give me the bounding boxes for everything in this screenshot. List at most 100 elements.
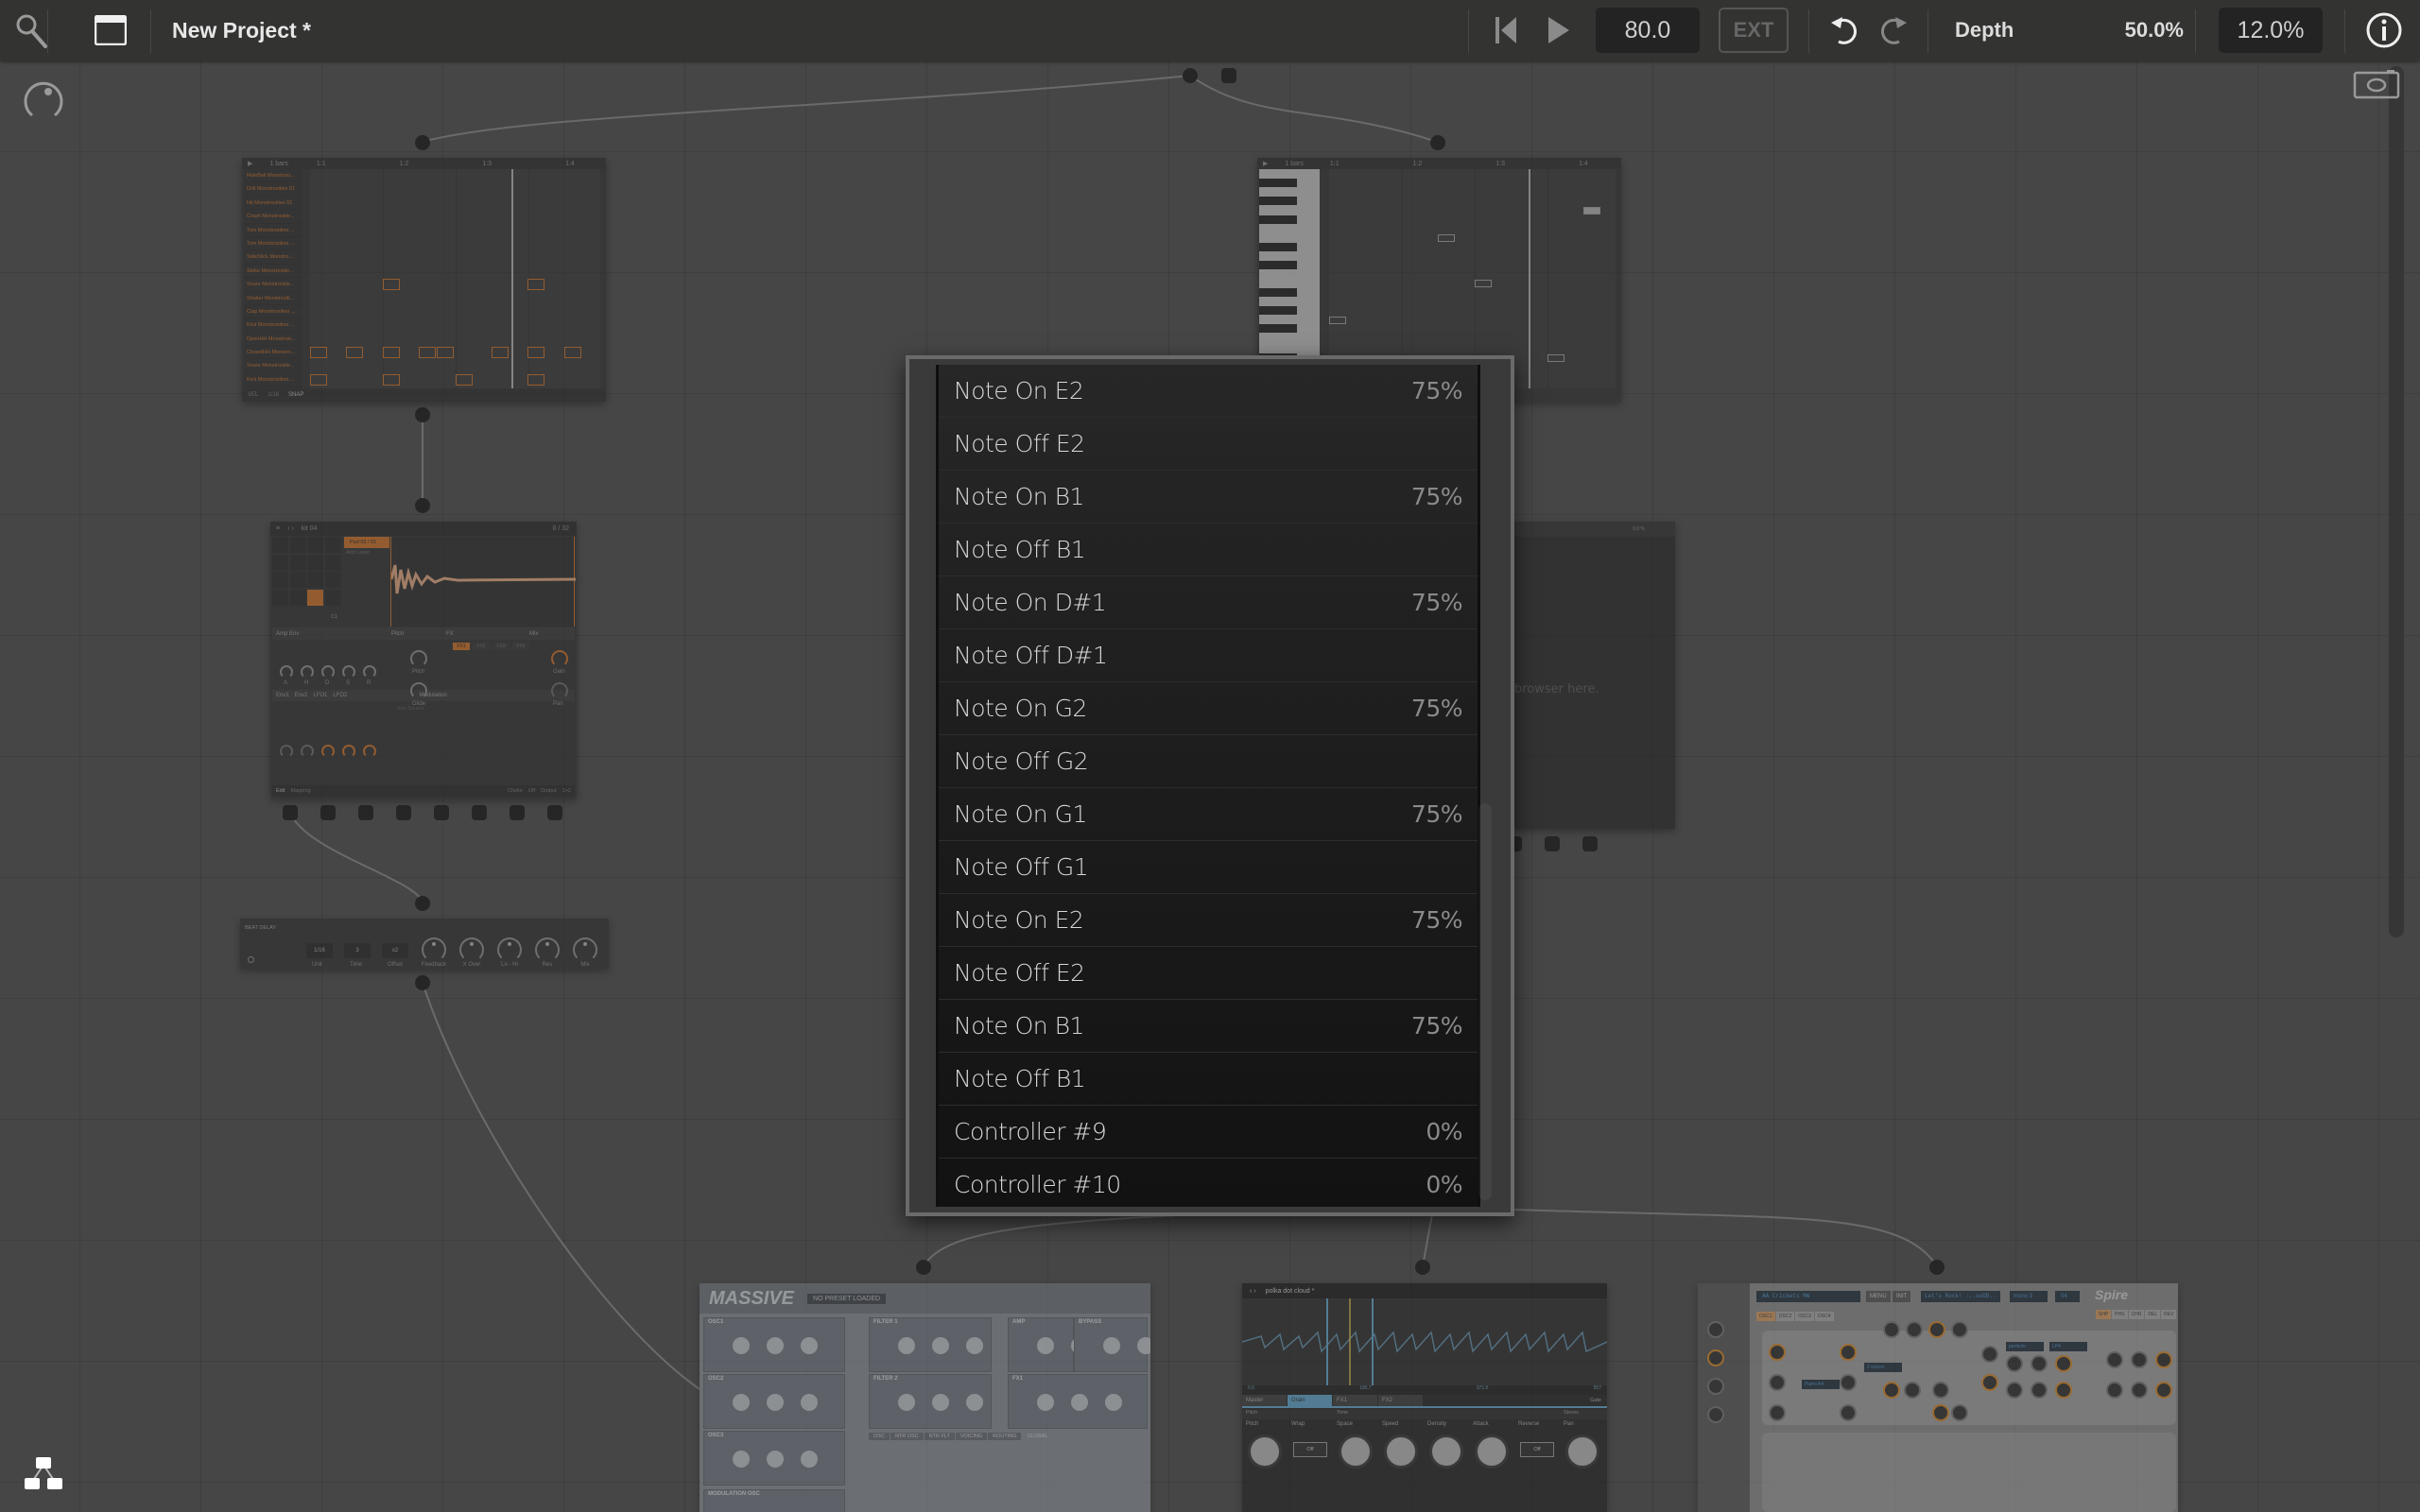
undo-icon[interactable] (1829, 13, 1861, 47)
drum-track-name[interactable]: Clap Monstrosities ... (244, 305, 302, 319)
drum-track-name[interactable]: Strike Monstrositie... (244, 265, 302, 279)
sampler-pad[interactable] (307, 572, 323, 588)
massive-knob[interactable] (767, 1337, 784, 1354)
drum-track-name[interactable]: SideStick Monstro... (244, 250, 302, 265)
delay-knob[interactable] (535, 937, 560, 962)
mod-env-knob[interactable] (321, 745, 335, 758)
spire-knob[interactable] (1932, 1404, 1949, 1421)
delay-field[interactable]: 3 (344, 943, 371, 958)
grain-waveform[interactable] (1242, 1298, 1607, 1385)
skip-back-icon[interactable] (1495, 17, 1518, 43)
spire-knob[interactable] (1981, 1346, 1998, 1363)
drum-sampler-module[interactable]: ≡ ‹ › kit 04 0 / 32 Pad 03 / 01 Add Laye… (270, 522, 577, 799)
midi-note[interactable] (1583, 207, 1600, 215)
search-icon[interactable] (13, 11, 51, 49)
drum-step[interactable] (310, 347, 327, 359)
tab-lfo2[interactable]: LFO2 (333, 693, 347, 698)
amp-env-knob[interactable] (342, 665, 355, 679)
amp-env-knob[interactable] (301, 665, 314, 679)
tempo-field[interactable]: 80.0 (1596, 8, 1700, 53)
midi-note[interactable] (1547, 354, 1564, 362)
event-list-item[interactable]: Controller #9 0% (939, 1106, 1478, 1159)
mix-knob[interactable] (551, 650, 568, 667)
drum-track-name[interactable]: Hit Monstrosities 01 (244, 197, 302, 211)
gate-button[interactable]: Gate (1584, 1395, 1607, 1406)
fx-tab[interactable]: SHP (2096, 1310, 2112, 1319)
drum-track-name[interactable]: ClosedHH Monstro... (244, 346, 302, 360)
wrap-toggle[interactable]: Off (1293, 1442, 1327, 1457)
event-list-item[interactable]: Note Off G1 (939, 841, 1478, 894)
massive-tab[interactable]: VOICING (955, 1433, 988, 1440)
grain-tab[interactable]: FX2 (1378, 1395, 1424, 1406)
spire-knob[interactable] (2006, 1382, 2023, 1399)
pad-grid[interactable] (272, 537, 342, 607)
popup-scrollbar[interactable] (1478, 803, 1492, 1200)
port[interactable] (415, 975, 430, 990)
spire-knob[interactable] (1769, 1404, 1786, 1421)
fx-tab[interactable]: REV (2161, 1310, 2177, 1319)
fx-tab[interactable]: DEL (2145, 1310, 2161, 1319)
massive-knob[interactable] (733, 1451, 750, 1468)
spire-knob[interactable] (2106, 1351, 2123, 1368)
fx-slot-button[interactable]: FX4 (512, 643, 529, 650)
mod-env-knob[interactable] (301, 745, 314, 758)
grain-tab[interactable]: Master (1242, 1395, 1288, 1406)
massive-knob[interactable] (1071, 1394, 1088, 1411)
spire-knob[interactable] (2055, 1382, 2072, 1399)
sampler-pad[interactable] (307, 554, 323, 571)
spire-knob[interactable] (1707, 1406, 1724, 1423)
grain-knob[interactable] (1429, 1435, 1463, 1469)
massive-knob[interactable] (932, 1394, 949, 1411)
sampler-pad[interactable] (289, 589, 306, 606)
reverse-toggle[interactable]: Off (1520, 1442, 1554, 1457)
pitch-knob[interactable] (410, 650, 427, 667)
delay-knob[interactable] (422, 937, 446, 962)
menu-icon[interactable]: ≡ (276, 525, 280, 532)
massive-knob[interactable] (801, 1337, 818, 1354)
drum-step[interactable] (455, 374, 473, 386)
fx-tab[interactable]: PHS (2112, 1310, 2128, 1319)
spire-synth-module[interactable]: AA Crickets MW MENU INIT Let's Rock! :..… (1698, 1283, 2178, 1512)
port[interactable] (283, 805, 298, 820)
spire-knob[interactable] (1928, 1321, 1945, 1338)
sampler-pad[interactable] (324, 537, 341, 553)
mod-env-knob[interactable] (342, 745, 355, 758)
massive-knob[interactable] (1105, 1394, 1122, 1411)
spire-knob[interactable] (2031, 1355, 2048, 1372)
massive-knob[interactable] (801, 1394, 818, 1411)
massive-knob[interactable] (932, 1337, 949, 1354)
mod-env-knob[interactable] (363, 745, 376, 758)
massive-knob[interactable] (767, 1394, 784, 1411)
midi-note[interactable] (1329, 317, 1346, 324)
fx-tab[interactable]: CHR (2128, 1310, 2145, 1319)
sampler-pad[interactable] (324, 589, 341, 606)
filter2-type[interactable]: LP4 (2049, 1342, 2087, 1351)
play-icon[interactable]: ▶ (248, 160, 252, 167)
massive-tab[interactable]: GLOBAL (1022, 1433, 1053, 1440)
port[interactable] (510, 805, 525, 820)
port[interactable] (358, 805, 373, 820)
amp-env-knob[interactable] (280, 665, 293, 679)
massive-tab[interactable]: NTR FLT (924, 1433, 955, 1440)
event-list-item[interactable]: Note Off B1 (939, 1053, 1478, 1106)
spire-knob[interactable] (1904, 1382, 1921, 1399)
sampler-pad[interactable] (272, 554, 288, 571)
massive-tab[interactable]: ROUTING (988, 1433, 1022, 1440)
spire-knob[interactable] (2006, 1355, 2023, 1372)
grain-knob[interactable] (1248, 1435, 1282, 1469)
port[interactable] (916, 1260, 931, 1275)
hierarchy-icon[interactable] (23, 1455, 64, 1493)
camera-icon[interactable] (2353, 69, 2400, 101)
drum-step[interactable] (382, 347, 400, 359)
browser-module[interactable]: 0.0 % browser here. (1514, 522, 1675, 829)
drum-track-name[interactable]: Snare Monstrositie... (244, 359, 302, 373)
sampler-pad[interactable] (289, 537, 306, 553)
mode-display[interactable]: mono 3 (2010, 1291, 2048, 1302)
prev-next-icon[interactable]: ‹ › (287, 525, 294, 532)
event-list-item[interactable]: Note Off D#1 (939, 629, 1478, 682)
osc-tab[interactable]: OSC2 (1775, 1312, 1795, 1321)
tab-env2[interactable]: Env2 (295, 693, 308, 698)
ext-sync-button[interactable]: EXT (1719, 8, 1789, 53)
port[interactable] (396, 805, 411, 820)
port[interactable] (415, 135, 430, 150)
